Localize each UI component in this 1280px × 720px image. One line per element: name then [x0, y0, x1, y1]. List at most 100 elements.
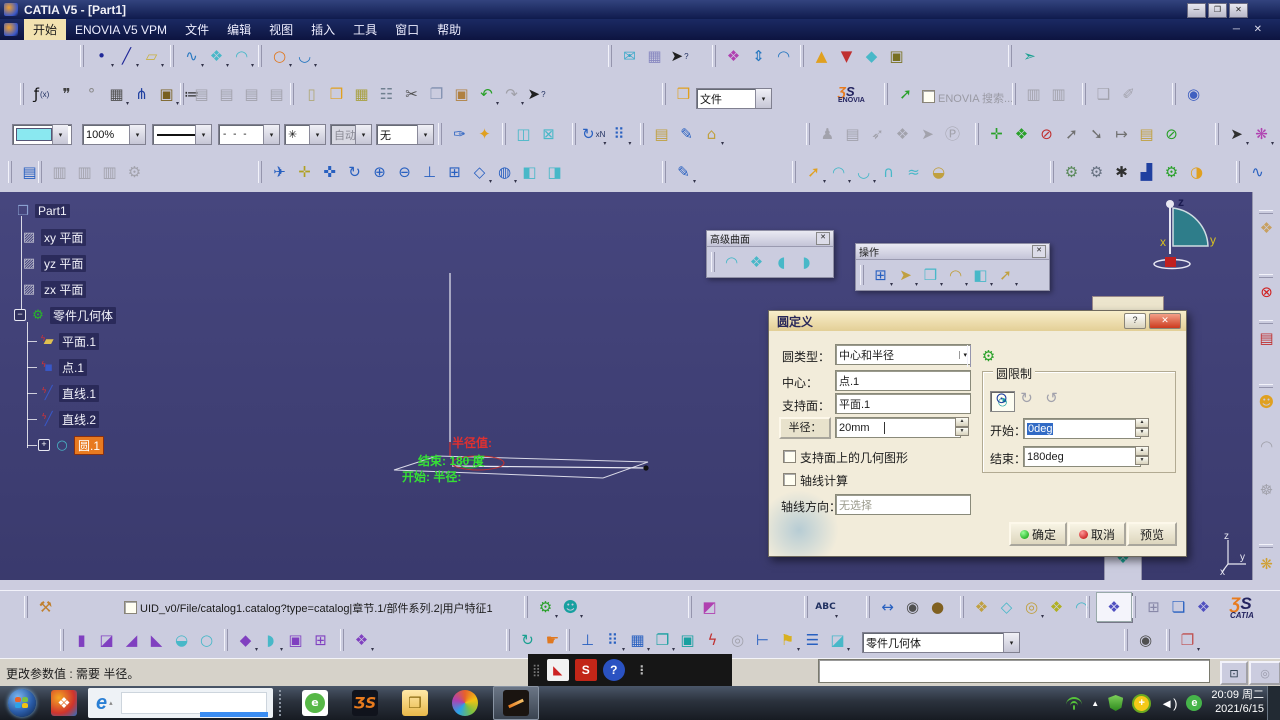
menu-insert[interactable]: 插入 — [302, 19, 344, 40]
radius-spinner[interactable]: ▲ ▼ — [955, 417, 969, 436]
catalog-doc-checkbox[interactable] — [124, 601, 137, 614]
file-type-select[interactable]: 文件 ▾ — [696, 88, 772, 109]
taskbar-item-360ball[interactable] — [443, 687, 487, 719]
measure-inertia-icon[interactable]: ● — [926, 594, 949, 620]
axis-direction-input[interactable]: 无选择 — [835, 494, 971, 515]
spline-icon[interactable]: ∿ ▾ — [180, 43, 204, 69]
doc-close-button[interactable]: ✕ — [1254, 24, 1262, 35]
gem-icon[interactable]: ❖ — [722, 43, 745, 69]
groove-icon[interactable]: ◣ — [145, 627, 168, 653]
extrapolate-icon[interactable]: ◠ — [720, 249, 743, 275]
close-icon[interactable]: ✕ — [1149, 313, 1181, 329]
frame-box-icon[interactable]: ❏ — [1167, 594, 1190, 620]
drag-handle[interactable]: ⣿ — [532, 663, 541, 677]
minimize-button[interactable]: ─ — [1187, 3, 1206, 18]
taskbar-item-suite[interactable]: ❖ — [46, 687, 82, 719]
points-grid-icon[interactable]: ⠿ ▾ — [607, 121, 631, 147]
open-file-icon[interactable]: ❒ — [325, 81, 348, 107]
tree-struct-icon[interactable]: ⊢ — [751, 627, 774, 653]
surface-pack-icon[interactable]: ◆ — [860, 43, 883, 69]
browser-tray-icon[interactable]: e — [1186, 695, 1203, 711]
sew-surface-icon[interactable]: ▣ — [284, 627, 307, 653]
tree-item-plane-zx[interactable]: ▨ zx 平面 — [0, 276, 150, 302]
show-desktop-button[interactable] — [1267, 686, 1280, 720]
tool-star-icon[interactable]: ✱ — [1110, 159, 1133, 185]
start-angle-spinner[interactable]: ▲ ▼ — [1135, 418, 1149, 437]
data-jug-icon[interactable]: ◉ — [1182, 81, 1205, 107]
layer-select[interactable]: 无 ▾ — [376, 124, 434, 145]
help-tile[interactable]: ? — [602, 659, 625, 681]
close-error-icon[interactable]: ⊗ — [1254, 280, 1279, 304]
zoom-out-icon[interactable]: ⊖ — [393, 159, 416, 185]
translate-icon[interactable]: ✛ — [985, 121, 1008, 147]
view-right-icon[interactable]: ◨ — [543, 159, 566, 185]
exit-workbench-icon[interactable]: ✎ ▾ — [672, 159, 696, 185]
unfold-icon[interactable]: ◖ — [770, 249, 793, 275]
new-file-icon[interactable]: ▯ — [300, 81, 323, 107]
arrow-up-icon[interactable]: ➚ — [1060, 121, 1083, 147]
filter-icon[interactable]: ▼ — [835, 43, 858, 69]
surface-cup-icon[interactable]: ◡ ▾ — [852, 159, 876, 185]
fly-icon[interactable]: ✈ — [268, 159, 291, 185]
taskbar-item-explorer[interactable]: ❒ — [393, 687, 437, 719]
menu-edit[interactable]: 编辑 — [218, 19, 260, 40]
camera-icon[interactable]: ◉ — [1134, 627, 1157, 653]
send-to-icon[interactable]: ➣ — [1018, 43, 1041, 69]
chevron-down-icon[interactable]: ▾ — [263, 125, 279, 144]
knowledge-gear-icon[interactable]: ⚙ ▾ — [534, 594, 558, 620]
center-input[interactable]: 点.1 — [835, 370, 971, 391]
break-link-icon[interactable]: ϟ — [701, 627, 724, 653]
repeat-xn-icon[interactable]: ↻ xN ▾ — [582, 121, 606, 147]
pocket-icon[interactable]: ◪ — [95, 627, 118, 653]
sweep-surface-icon[interactable]: ◠ ▾ — [230, 43, 254, 69]
relations-icon[interactable]: ⋔ — [130, 81, 153, 107]
cut-icon[interactable]: ✂ — [400, 81, 423, 107]
cylinder-icon[interactable]: ○ — [195, 627, 218, 653]
enovia-search-checkbox[interactable] — [922, 90, 935, 103]
album-icon[interactable]: ▤ — [650, 121, 673, 147]
menu-tools[interactable]: 工具 — [344, 19, 386, 40]
expander-icon[interactable]: + — [38, 439, 50, 451]
point-style-select[interactable]: ✳ ▾ — [284, 124, 326, 145]
circle-icon[interactable]: ○ ▾ — [268, 43, 292, 69]
undo-icon[interactable]: ↶ ▾ — [475, 81, 499, 107]
factory-icon[interactable]: ⌂ ▾ — [700, 121, 724, 147]
exchange-group-icon[interactable]: ▦ — [643, 43, 666, 69]
fit-all-icon[interactable]: ✛ — [293, 159, 316, 185]
ref-grid-icon[interactable]: ⠿ ▾ — [601, 627, 625, 653]
support-input[interactable]: 平面.1 — [835, 393, 971, 414]
powercopy-icon[interactable]: ▲ — [810, 43, 833, 69]
help-button[interactable]: ? — [1124, 313, 1146, 329]
list-view-icon[interactable]: ☰ — [801, 627, 824, 653]
radius-label-button[interactable]: 半径： — [779, 417, 831, 439]
command-input[interactable] — [818, 659, 1210, 683]
more-tile[interactable]: ⋮ — [631, 659, 653, 681]
chevron-down-icon[interactable]: ▾ — [195, 125, 211, 144]
body-select[interactable]: 零件几何体 ▾ — [862, 632, 1020, 653]
cloth-tool-icon[interactable]: ◩ — [698, 594, 721, 620]
expander-icon[interactable]: − — [14, 309, 26, 321]
sketch-pen-icon[interactable]: ✎ — [675, 121, 698, 147]
circle-type-select[interactable]: 中心和半径 ▾ — [835, 344, 971, 365]
menu-start[interactable]: 开始 — [24, 19, 67, 40]
safety-plus-icon[interactable]: + — [1132, 693, 1152, 713]
split-icon[interactable]: ◗ ▾ — [259, 627, 283, 653]
surface-cap-icon[interactable]: ◠ ▾ — [827, 159, 851, 185]
zoom-in-icon[interactable]: ⊕ — [368, 159, 391, 185]
close-icon[interactable]: ✕ — [1032, 245, 1046, 258]
shaft-icon[interactable]: ◢ — [120, 627, 143, 653]
iso-view-icon[interactable]: ◇ ▾ — [468, 159, 492, 185]
menu-help[interactable]: 帮助 — [428, 19, 470, 40]
mail-icon[interactable]: ✉ — [618, 43, 641, 69]
pad-icon[interactable]: ▮ — [70, 627, 93, 653]
pcs-doc-icon[interactable]: ▤ — [1254, 326, 1279, 350]
transform-icon[interactable]: ➚ ▾ — [994, 262, 1018, 288]
menu-enovia[interactable]: ENOVIA V5 VPM — [66, 21, 176, 39]
tree-item-part-body[interactable]: − ⚙ 零件几何体 — [0, 302, 150, 328]
chevron-down-icon[interactable]: ▾ — [52, 125, 68, 144]
frame-grid-icon[interactable]: ⊞ — [1142, 594, 1165, 620]
curvature-analysis-icon[interactable]: ∿ — [1246, 159, 1269, 185]
axis-computation-checkbox[interactable] — [783, 473, 796, 486]
taskbar-item-catia-active[interactable] — [493, 686, 539, 720]
context-help-icon[interactable]: ➤? — [525, 81, 548, 107]
